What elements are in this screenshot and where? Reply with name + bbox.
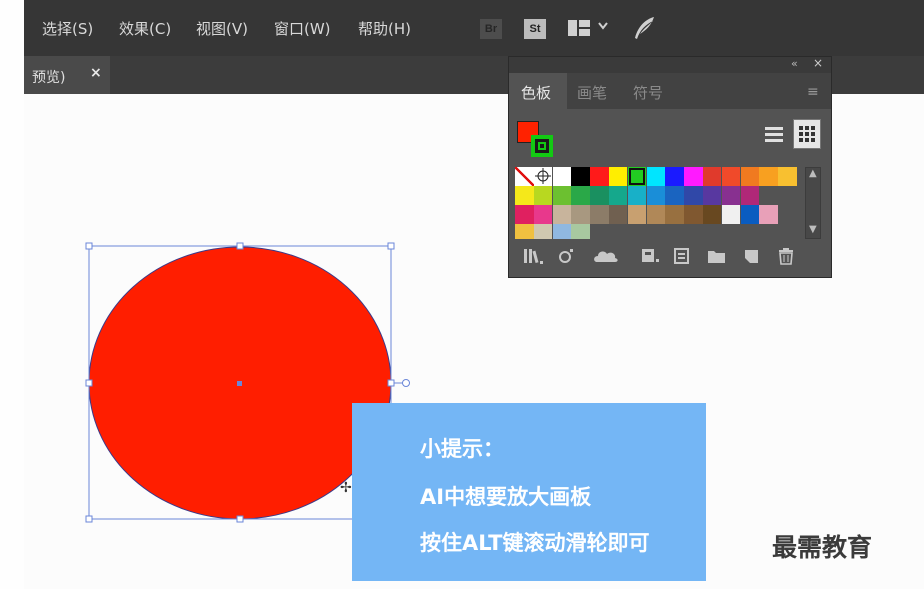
color-swatch[interactable] — [552, 186, 572, 205]
handle-middle-right[interactable] — [387, 379, 395, 387]
panel-bottom-toolbar — [509, 243, 831, 271]
tip-line-1: AI中想要放大画板 — [420, 485, 592, 509]
color-swatch[interactable] — [740, 205, 760, 224]
tip-title: 小提示： — [420, 437, 504, 461]
color-swatch[interactable] — [627, 205, 647, 224]
color-swatch[interactable] — [740, 167, 760, 186]
none-swatch[interactable] — [515, 167, 534, 186]
color-swatch[interactable] — [721, 167, 741, 186]
panel-tab-strip: 色板 画笔 符号 ≡ — [509, 73, 831, 109]
fill-stroke-indicator[interactable] — [517, 121, 557, 161]
handle-top-right[interactable] — [387, 242, 395, 250]
color-swatch[interactable] — [759, 205, 778, 224]
color-swatch[interactable] — [533, 224, 553, 239]
delete-swatch-icon[interactable] — [777, 247, 795, 265]
color-swatch[interactable] — [515, 224, 534, 239]
color-swatch[interactable] — [627, 167, 647, 186]
swatch-grid — [515, 167, 801, 239]
center-point — [237, 381, 242, 386]
color-swatch[interactable] — [646, 205, 666, 224]
color-swatch[interactable] — [552, 224, 572, 239]
tab-swatches[interactable]: 色板 — [521, 82, 551, 103]
color-swatch[interactable] — [533, 205, 553, 224]
color-swatch[interactable] — [533, 186, 553, 205]
tip-line-2: 按住ALT键滚动滑轮即可 — [420, 531, 650, 555]
color-swatch[interactable] — [552, 167, 572, 186]
color-swatch[interactable] — [590, 186, 609, 205]
color-swatch[interactable] — [627, 186, 647, 205]
color-swatch[interactable] — [590, 167, 609, 186]
color-swatch[interactable] — [721, 205, 741, 224]
list-view-icon[interactable] — [765, 125, 783, 145]
stroke-color-box[interactable] — [531, 135, 553, 157]
color-swatch[interactable] — [571, 205, 590, 224]
handle-top-center[interactable] — [236, 242, 244, 250]
color-swatch[interactable] — [590, 205, 609, 224]
new-swatch-icon[interactable] — [743, 247, 761, 265]
color-swatch[interactable] — [684, 167, 703, 186]
swatch-type-icon[interactable] — [557, 247, 575, 265]
handle-bottom-left[interactable] — [85, 515, 93, 523]
tab-symbols[interactable]: 符号 — [633, 82, 663, 103]
color-swatch[interactable] — [778, 167, 797, 186]
cursor-icon: ✢ — [340, 480, 352, 496]
color-swatch[interactable] — [702, 205, 722, 224]
color-swatch[interactable] — [665, 186, 684, 205]
color-swatch[interactable] — [702, 186, 722, 205]
handle-bottom-center[interactable] — [236, 515, 244, 523]
swatch-row — [515, 167, 801, 186]
swatch-options-icon[interactable] — [673, 247, 691, 265]
color-swatch[interactable] — [740, 186, 760, 205]
collapse-panel-icon[interactable]: « — [791, 57, 798, 70]
color-swatch[interactable] — [608, 167, 628, 186]
panel-titlebar[interactable]: « × — [509, 56, 831, 73]
new-group-icon[interactable] — [707, 247, 727, 265]
panel-menu-icon[interactable]: ≡ — [807, 84, 819, 100]
live-corner-handle[interactable] — [402, 379, 410, 387]
color-swatch[interactable] — [665, 205, 684, 224]
swatch-library-icon[interactable] — [523, 247, 545, 265]
tab-brushes[interactable]: 画笔 — [577, 82, 607, 103]
color-swatch[interactable] — [684, 186, 703, 205]
swatch-row — [515, 224, 801, 239]
swatch-scrollbar[interactable]: ▲ ▼ — [805, 167, 821, 239]
close-panel-icon[interactable]: × — [813, 56, 823, 70]
handle-top-left[interactable] — [85, 242, 93, 250]
color-swatch[interactable] — [646, 186, 666, 205]
color-swatch[interactable] — [646, 167, 666, 186]
color-swatch[interactable] — [608, 186, 628, 205]
color-swatch[interactable] — [665, 167, 684, 186]
color-swatch[interactable] — [702, 167, 722, 186]
tip-box: 小提示： AI中想要放大画板 按住ALT键滚动滑轮即可 — [352, 403, 706, 581]
scroll-up-icon[interactable]: ▲ — [809, 168, 817, 179]
color-swatch[interactable] — [552, 205, 572, 224]
color-swatch[interactable] — [721, 186, 741, 205]
edit-group-icon[interactable] — [641, 247, 661, 265]
color-swatch[interactable] — [608, 205, 628, 224]
watermark-text: 最需教育 — [772, 533, 873, 562]
color-swatch[interactable] — [571, 224, 590, 239]
color-swatch[interactable] — [515, 186, 534, 205]
swatches-panel: « × 色板 画笔 符号 ≡ ▲ ▼ — [508, 56, 832, 278]
scroll-down-icon[interactable]: ▼ — [809, 224, 817, 235]
color-swatch[interactable] — [571, 186, 590, 205]
swatch-row — [515, 205, 801, 224]
color-swatch[interactable] — [571, 167, 590, 186]
grid-view-icon[interactable] — [793, 119, 821, 149]
color-swatch[interactable] — [515, 205, 534, 224]
color-swatch[interactable] — [759, 167, 778, 186]
stroke-inner-marker — [538, 142, 546, 150]
handle-middle-left[interactable] — [85, 379, 93, 387]
color-swatch[interactable] — [684, 205, 703, 224]
registration-swatch[interactable] — [533, 167, 553, 186]
cloud-library-icon[interactable] — [593, 247, 619, 265]
swatch-row — [515, 186, 801, 205]
